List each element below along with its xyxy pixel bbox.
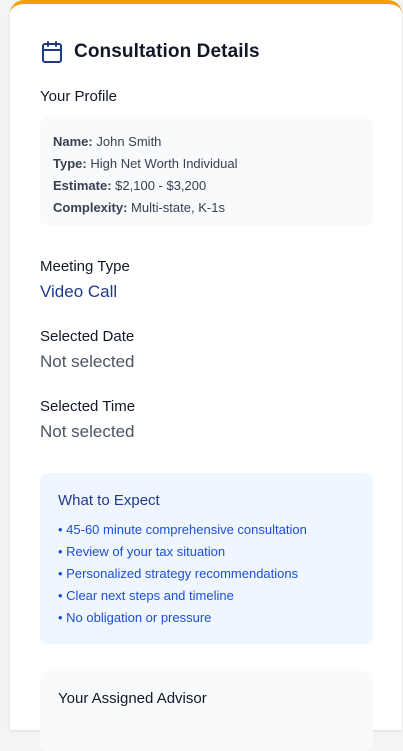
list-item: • Clear next steps and timeline <box>58 588 234 603</box>
profile-row-name: Name: John Smith <box>53 134 162 149</box>
meeting-type-label: Meeting Type <box>40 258 130 275</box>
card-title: Consultation Details <box>74 41 260 62</box>
meeting-type-value: Video Call <box>40 282 118 301</box>
what-to-expect-list: • 45-60 minute comprehensive consultatio… <box>58 519 355 629</box>
list-item: • No obligation or pressure <box>58 610 212 625</box>
selected-time-value: Not selected <box>40 422 135 441</box>
assigned-advisor-title: Your Assigned Advisor <box>58 690 207 707</box>
calendar-icon <box>40 40 64 64</box>
list-item: • 45-60 minute comprehensive consultatio… <box>58 522 307 537</box>
profile-summary: Name: John Smith Type: High Net Worth In… <box>40 117 373 226</box>
consultation-details-card: Consultation Details Your Profile Name: … <box>10 0 402 751</box>
selected-date-label: Selected Date <box>40 328 135 345</box>
selected-time-label: Selected Time <box>40 398 136 415</box>
list-item: • Review of your tax situation <box>58 544 226 559</box>
assigned-advisor-box: Your Assigned Advisor <box>40 671 373 751</box>
selected-date-value: Not selected <box>40 352 135 371</box>
profile-row-type: Type: High Net Worth Individual <box>53 156 238 171</box>
card-header: Consultation Details <box>40 40 260 64</box>
list-item: • Personalized strategy recommendations <box>58 566 299 581</box>
what-to-expect-box: What to Expect • 45-60 minute comprehens… <box>40 473 373 644</box>
profile-label: Your Profile <box>40 88 117 105</box>
what-to-expect-title: What to Expect <box>58 492 160 509</box>
profile-row-complexity: Complexity: Multi-state, K-1s <box>53 200 225 215</box>
profile-row-estimate: Estimate: $2,100 - $3,200 <box>53 178 207 193</box>
